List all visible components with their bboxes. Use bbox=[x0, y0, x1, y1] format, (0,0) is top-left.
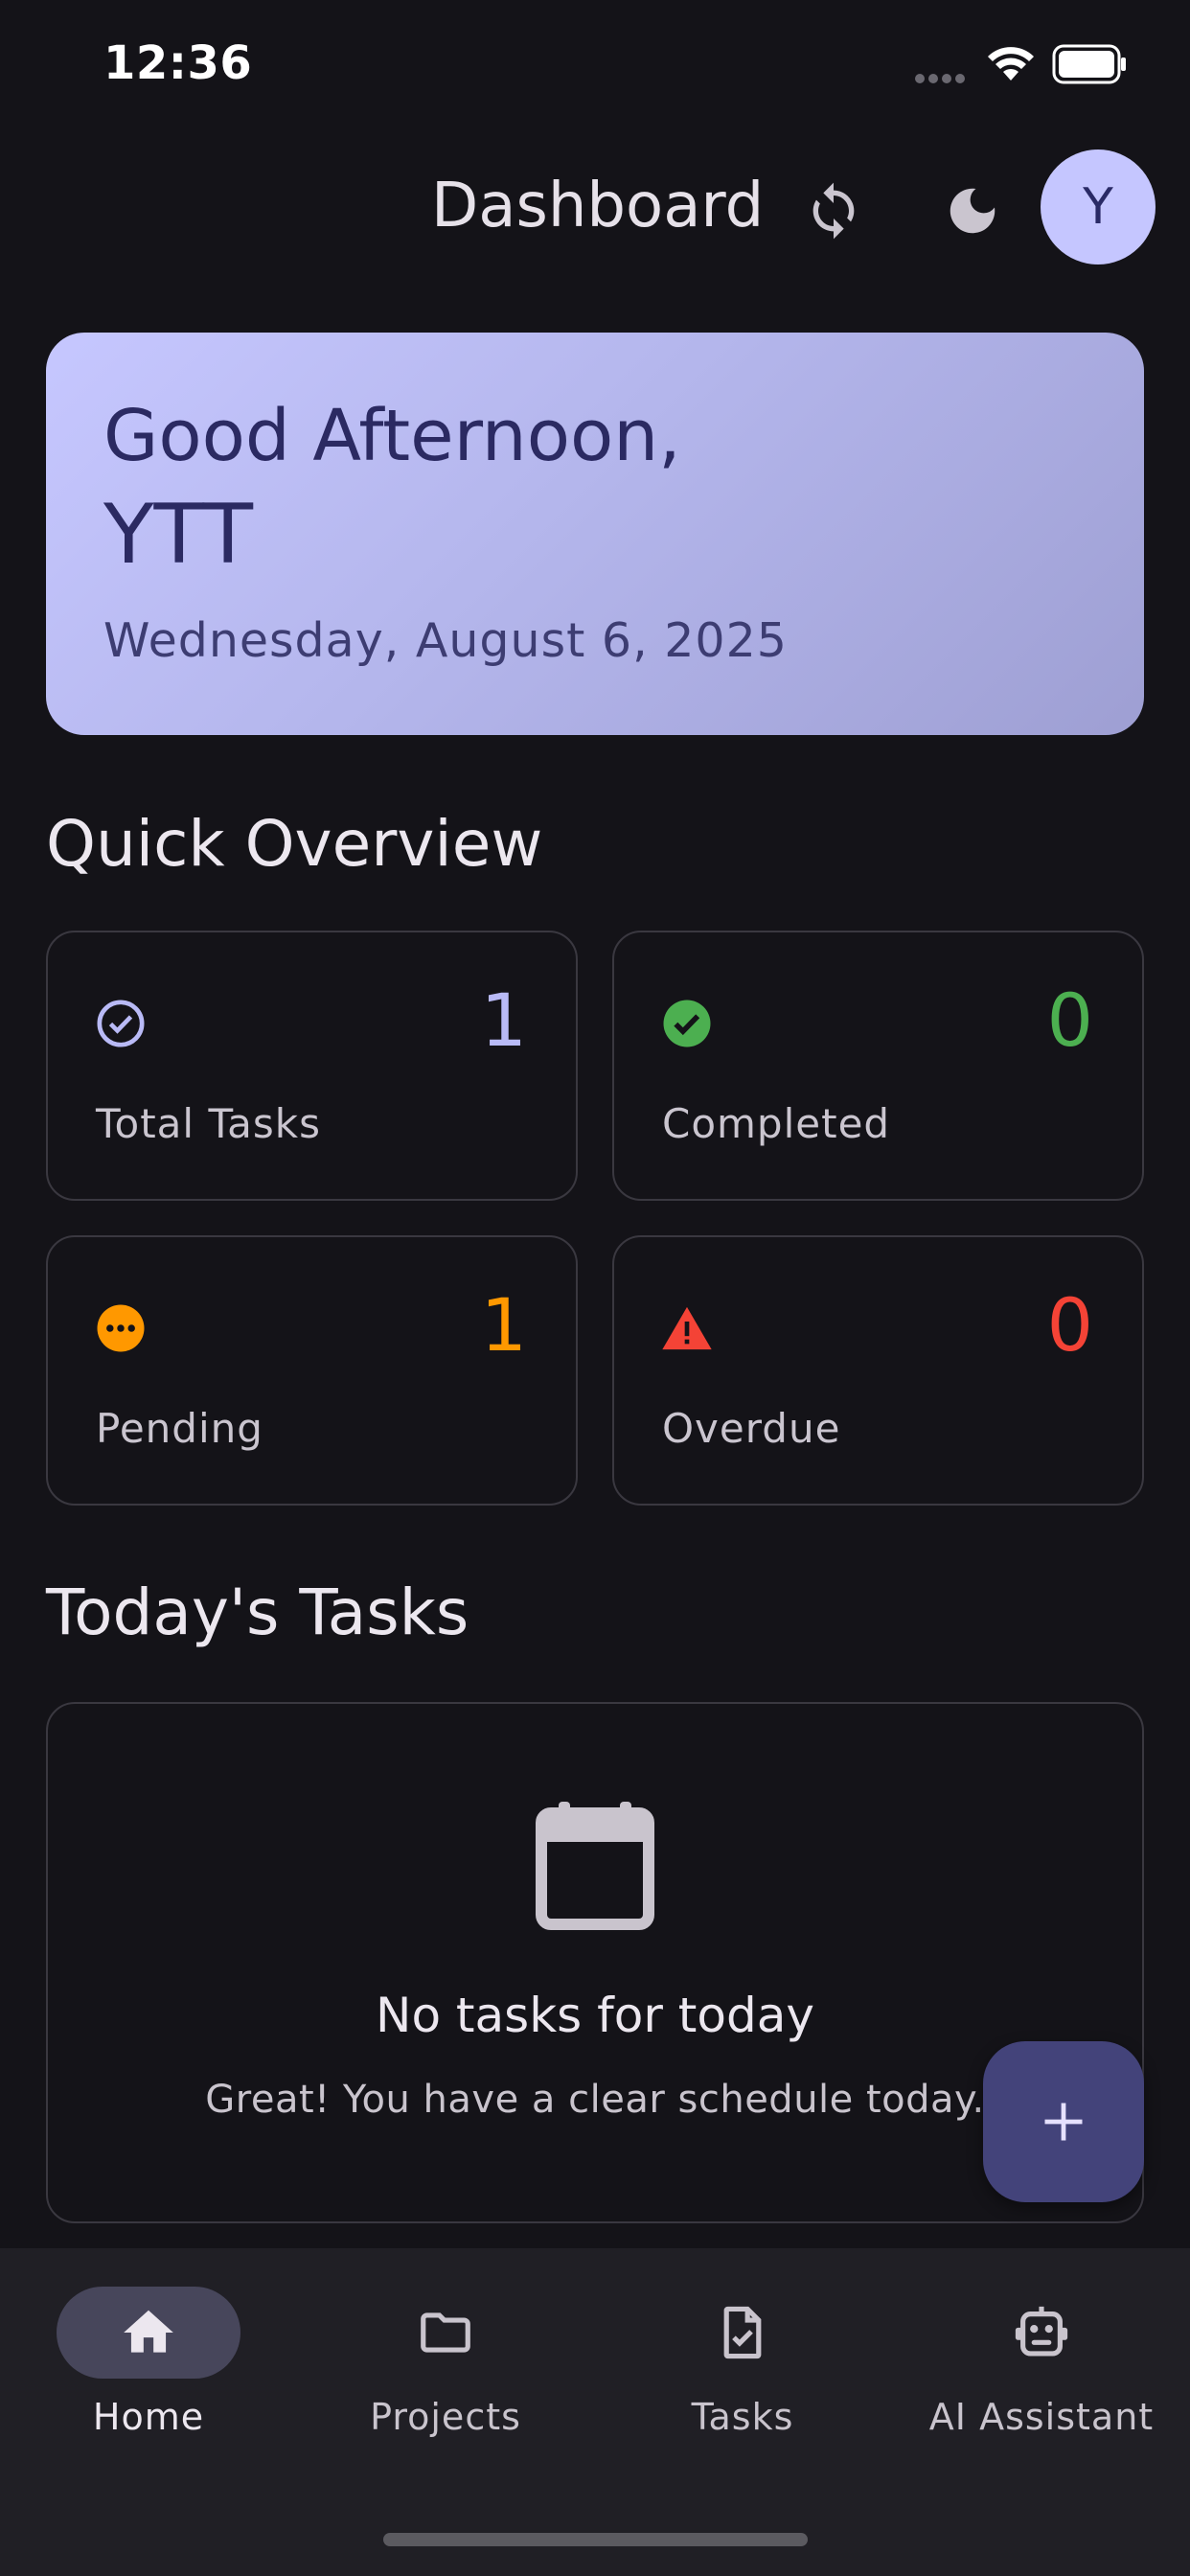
nav-item-home[interactable]: Home bbox=[0, 2287, 297, 2438]
robot-icon bbox=[1015, 2306, 1068, 2357]
stat-label-completed: Completed bbox=[662, 1100, 891, 1147]
stat-card-completed[interactable] bbox=[612, 931, 1144, 1201]
warning-triangle-icon bbox=[660, 1301, 714, 1355]
check-circle-filled-icon bbox=[660, 997, 714, 1050]
avatar[interactable]: Y bbox=[1041, 150, 1156, 264]
check-circle-outline-icon bbox=[94, 997, 148, 1050]
theme-toggle-button[interactable] bbox=[934, 172, 1011, 249]
stat-value-overdue: 0 bbox=[1046, 1282, 1093, 1368]
quick-overview-title: Quick Overview bbox=[46, 807, 543, 881]
empty-state-subtitle: Great! You have a clear schedule today. bbox=[205, 2078, 985, 2122]
home-indicator bbox=[383, 2533, 808, 2546]
todays-tasks-title: Today's Tasks bbox=[46, 1576, 469, 1649]
add-task-fab[interactable] bbox=[983, 2041, 1144, 2202]
task-file-icon bbox=[723, 2306, 762, 2359]
home-icon bbox=[124, 2310, 173, 2353]
stat-label-total-tasks: Total Tasks bbox=[96, 1100, 321, 1147]
empty-tasks-card bbox=[46, 1702, 1144, 2223]
stat-value-completed: 0 bbox=[1046, 978, 1093, 1063]
nav-label-home: Home bbox=[92, 2396, 205, 2438]
stat-card-overdue[interactable] bbox=[612, 1235, 1144, 1506]
sync-icon bbox=[812, 182, 855, 240]
refresh-button[interactable] bbox=[795, 172, 872, 249]
battery-icon bbox=[1052, 44, 1127, 88]
stat-value-pending: 1 bbox=[480, 1282, 527, 1368]
stat-card-pending[interactable] bbox=[46, 1235, 578, 1506]
stat-value-total-tasks: 1 bbox=[480, 978, 527, 1063]
user-name: YTT bbox=[103, 487, 254, 583]
stat-label-pending: Pending bbox=[96, 1405, 263, 1452]
nav-label-tasks: Tasks bbox=[691, 2396, 794, 2438]
calendar-icon bbox=[536, 1800, 654, 1934]
greeting-text: Good Afternoon, bbox=[103, 395, 681, 477]
nav-label-ai-assistant: AI Assistant bbox=[928, 2396, 1155, 2438]
moon-icon bbox=[950, 188, 995, 234]
folder-icon bbox=[421, 2312, 470, 2353]
stat-label-overdue: Overdue bbox=[662, 1405, 841, 1452]
nav-item-tasks[interactable]: Tasks bbox=[594, 2287, 891, 2438]
wifi-icon bbox=[987, 46, 1035, 86]
more-horiz-circle-icon bbox=[94, 1301, 148, 1355]
status-time: 12:36 bbox=[103, 36, 253, 90]
empty-state-title: No tasks for today bbox=[376, 1988, 814, 2043]
cellular-signal-icon bbox=[915, 69, 969, 87]
nav-label-projects: Projects bbox=[370, 2396, 521, 2438]
stat-card-total-tasks[interactable] bbox=[46, 931, 578, 1201]
nav-item-projects[interactable]: Projects bbox=[297, 2287, 594, 2438]
nav-item-ai-assistant[interactable]: AI Assistant bbox=[893, 2287, 1190, 2438]
current-date: Wednesday, August 6, 2025 bbox=[103, 613, 788, 668]
page-title: Dashboard bbox=[431, 171, 765, 242]
plus-icon bbox=[1044, 2103, 1083, 2141]
